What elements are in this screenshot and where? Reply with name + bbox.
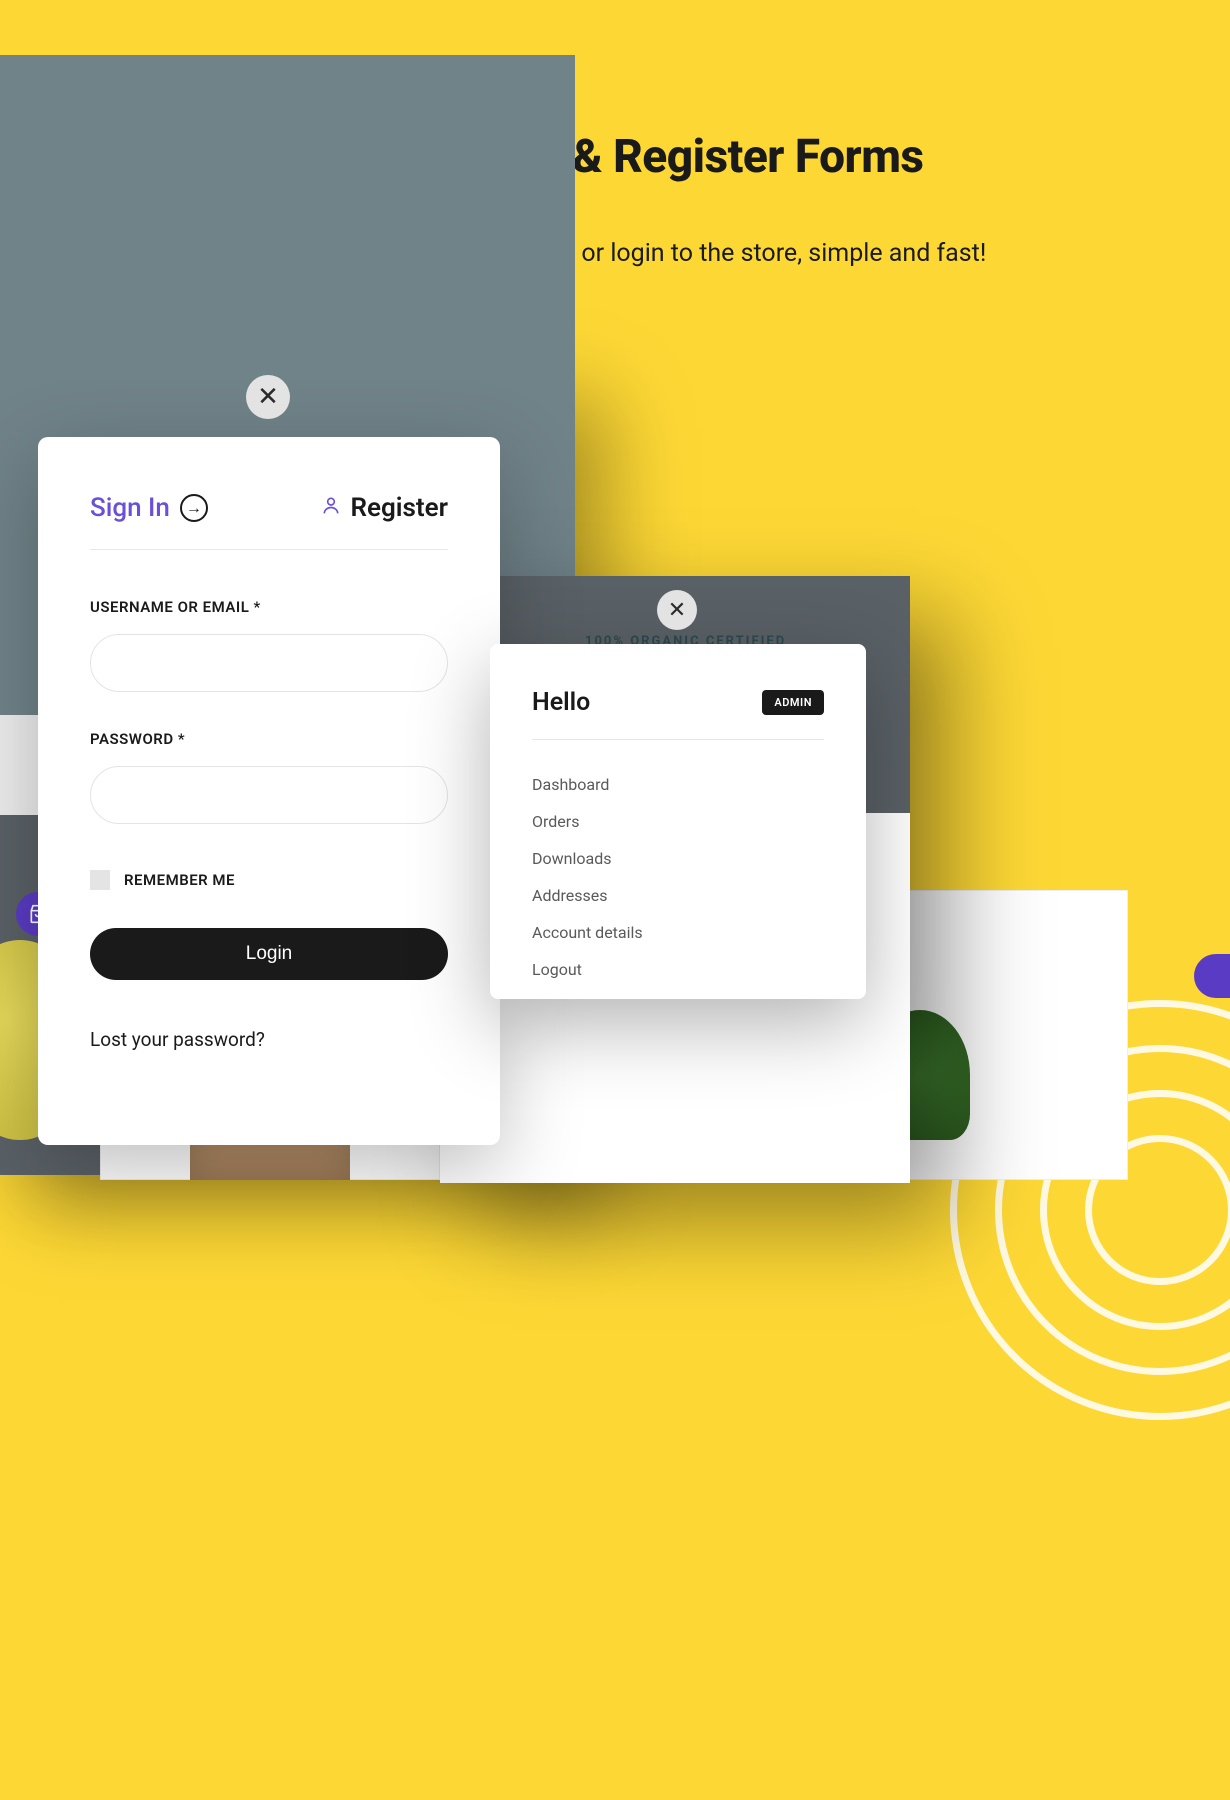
remember-label: REMEMBER ME <box>124 871 235 889</box>
lost-password-link[interactable]: Lost your password? <box>90 1028 448 1051</box>
side-badge <box>1194 954 1230 998</box>
backdrop-panel-right-body <box>0 60 470 240</box>
tab-signin[interactable]: Sign In → <box>90 493 208 523</box>
arrow-right-circle-icon: → <box>180 494 208 522</box>
auth-tabs: Sign In → Register <box>90 493 448 550</box>
remember-checkbox[interactable] <box>90 870 110 890</box>
admin-badge: ADMIN <box>762 690 824 715</box>
user-icon <box>321 495 341 521</box>
account-header: Hello ADMIN <box>532 688 824 740</box>
close-icon: ✕ <box>257 382 279 412</box>
menu-item-account-details[interactable]: Account details <box>532 914 824 951</box>
account-greeting: Hello <box>532 688 590 717</box>
tab-signin-label: Sign In <box>90 493 170 523</box>
menu-item-downloads[interactable]: Downloads <box>532 840 824 877</box>
close-login-button[interactable]: ✕ <box>246 375 290 419</box>
login-modal: Sign In → Register USERNAME OR EMAIL * P… <box>38 437 500 1145</box>
menu-item-orders[interactable]: Orders <box>532 803 824 840</box>
account-modal: Hello ADMIN Dashboard Orders Downloads A… <box>490 644 866 999</box>
menu-item-addresses[interactable]: Addresses <box>532 877 824 914</box>
close-icon: ✕ <box>668 598 686 623</box>
menu-item-dashboard[interactable]: Dashboard <box>532 766 824 803</box>
password-input[interactable] <box>90 766 448 824</box>
login-button[interactable]: Login <box>90 928 448 980</box>
account-menu: Dashboard Orders Downloads Addresses Acc… <box>532 766 824 988</box>
close-account-button[interactable]: ✕ <box>657 590 697 630</box>
username-input[interactable] <box>90 634 448 692</box>
tab-register[interactable]: Register <box>321 493 449 523</box>
tab-register-label: Register <box>351 493 449 523</box>
menu-item-logout[interactable]: Logout <box>532 951 824 988</box>
password-label: PASSWORD * <box>90 730 448 748</box>
remember-row: REMEMBER ME <box>90 870 448 890</box>
username-label: USERNAME OR EMAIL * <box>90 598 448 616</box>
